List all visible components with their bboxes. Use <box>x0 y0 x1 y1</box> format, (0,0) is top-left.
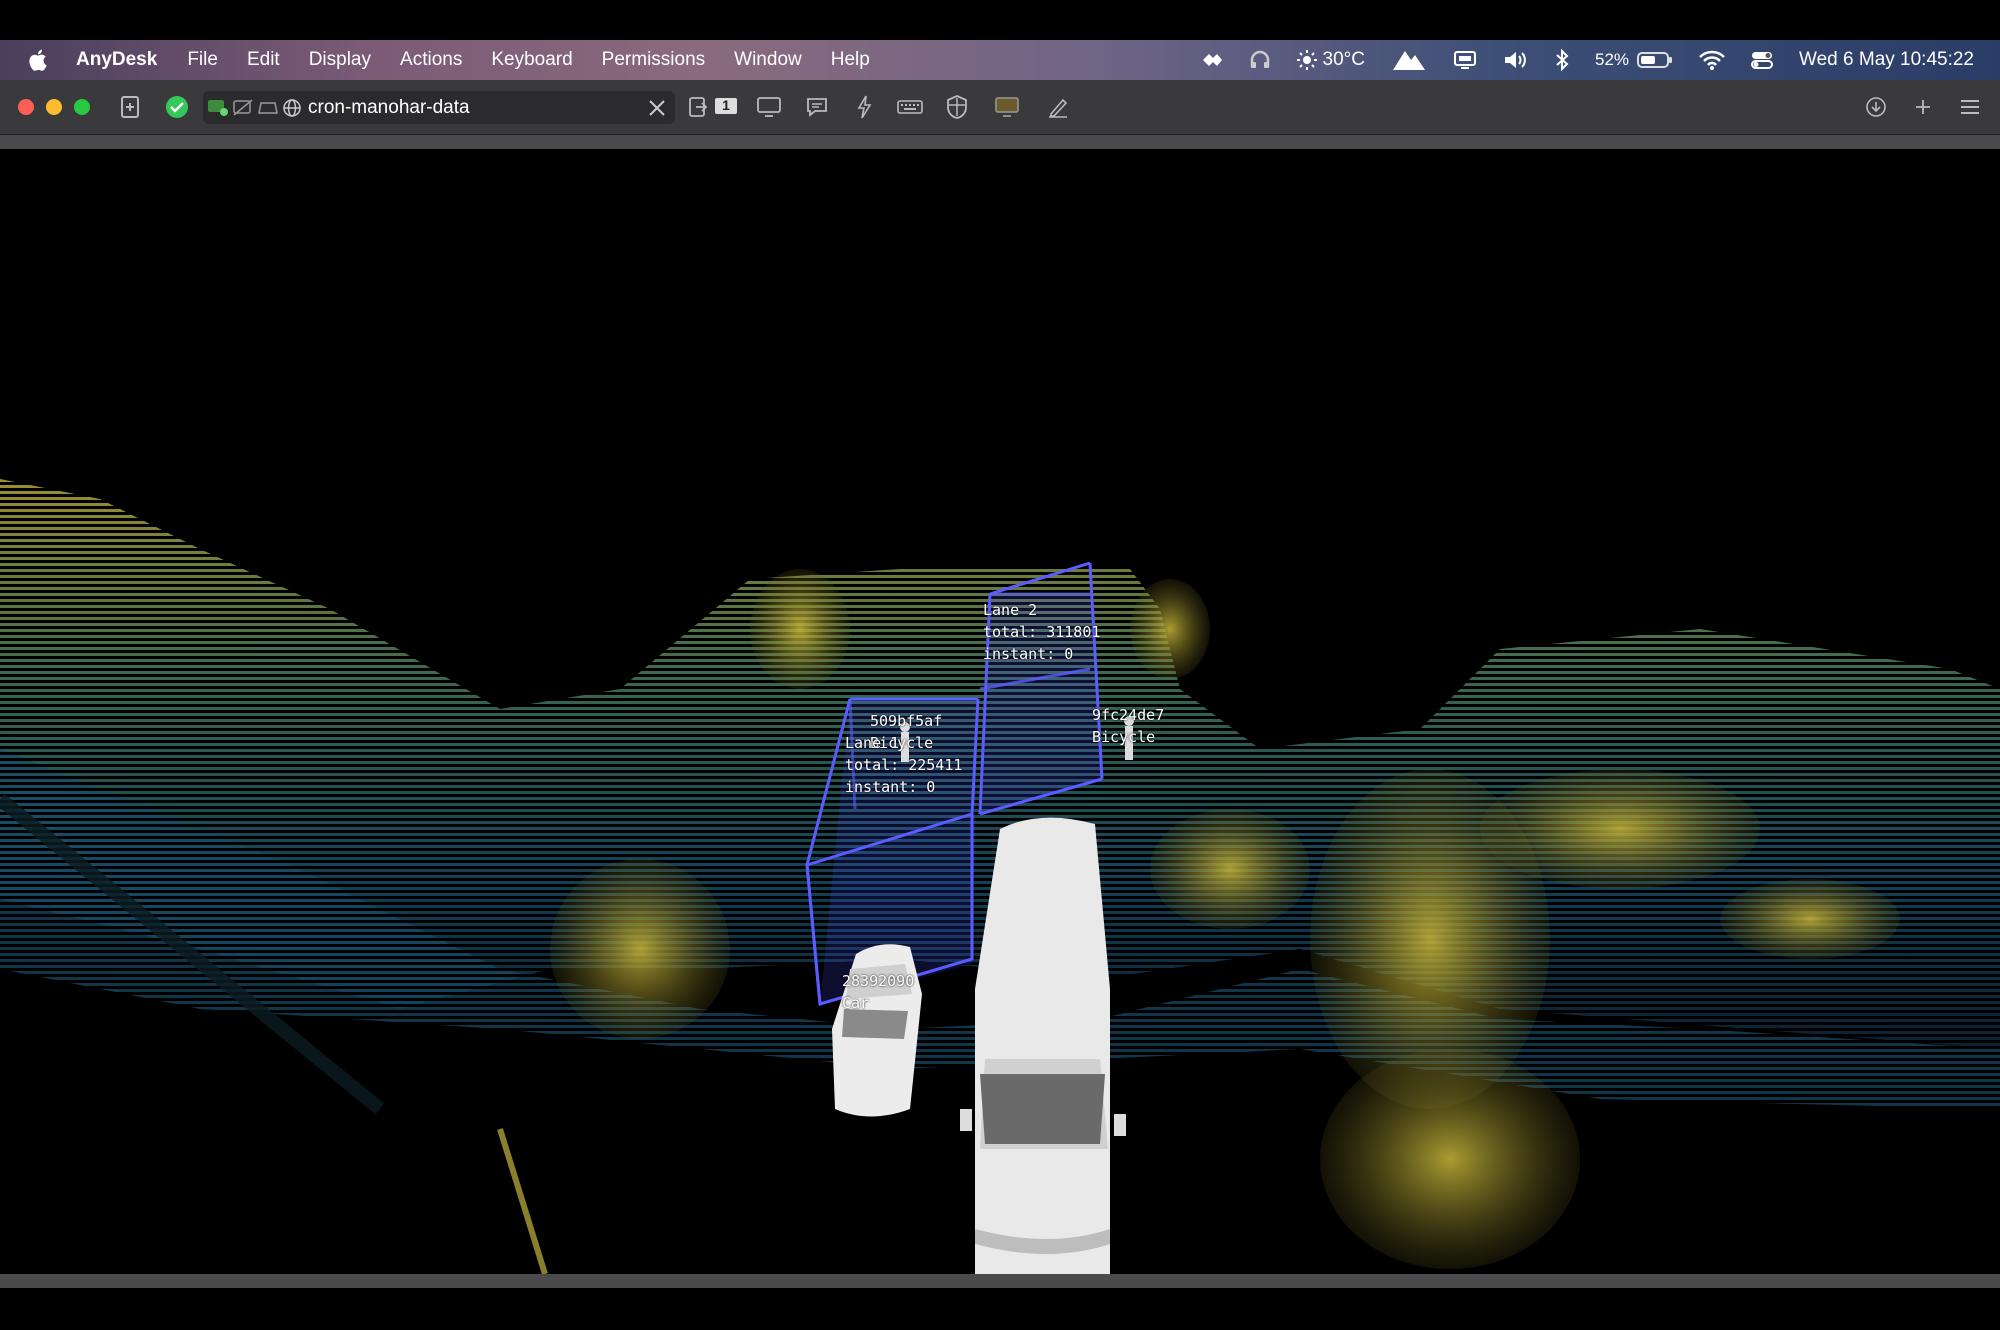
anydesk-status-icon[interactable] <box>1197 50 1223 70</box>
lightning-icon[interactable] <box>850 93 878 121</box>
wifi-icon[interactable] <box>1699 50 1725 70</box>
privacy-screen-icon[interactable] <box>993 93 1021 121</box>
keyboard-icon[interactable] <box>896 93 924 121</box>
display-icon[interactable] <box>1453 50 1477 70</box>
plus-icon[interactable] <box>1909 93 1937 121</box>
headphones-icon[interactable] <box>1249 49 1271 71</box>
chat-icon[interactable] <box>803 93 831 121</box>
session-address-tab[interactable]: cron-manohar-data <box>203 91 675 124</box>
menu-bar-clock[interactable]: Wed 6 May 10:45:22 <box>1799 49 1974 71</box>
menu-window[interactable]: Window <box>734 49 802 71</box>
sun-icon <box>1296 50 1317 70</box>
lane-2-instant: instant: 0 <box>983 645 1074 663</box>
display-select-button[interactable]: 1 <box>712 93 740 121</box>
monitor-icon[interactable] <box>755 93 783 121</box>
lane-1-label: Lane 1 total: 225411 instant: 0 <box>845 732 962 798</box>
menu-help[interactable]: Help <box>831 49 870 71</box>
remote-device-icon <box>258 102 278 114</box>
object-id: 9fc24de7 <box>1092 706 1165 724</box>
battery-percent: 52% <box>1594 50 1630 69</box>
bluetooth-icon[interactable] <box>1555 49 1569 71</box>
object-label-4ef83012: 4ef83012 Truck <box>1008 935 1080 979</box>
lane-1-instant: instant: 0 <box>845 778 936 796</box>
globe-icon <box>283 99 301 117</box>
lane-2-label: Lane 2 total: 311801 instant: 0 <box>983 599 1100 665</box>
apple-icon[interactable] <box>28 48 50 72</box>
window-maximize-button[interactable] <box>74 99 90 115</box>
permissions-shield-icon[interactable] <box>943 93 971 121</box>
weather-widget[interactable]: 30°C <box>1296 49 1365 71</box>
volume-icon[interactable] <box>1503 50 1529 70</box>
window-minimize-button[interactable] <box>46 99 62 115</box>
session-address-text: cron-manohar-data <box>308 97 470 118</box>
lane-1-total: total: 225411 <box>845 756 963 774</box>
object-label-9fc24de7: 9fc24de7 Bicycle <box>1092 704 1164 748</box>
menu-edit[interactable]: Edit <box>247 49 280 71</box>
menu-file[interactable]: File <box>187 49 218 71</box>
app-menu-anydesk[interactable]: AnyDesk <box>76 49 157 71</box>
file-transfer-icon[interactable] <box>116 93 144 121</box>
window-close-button[interactable] <box>18 99 34 115</box>
lane-2-total: total: 311801 <box>983 623 1101 641</box>
object-id: 4ef83012 <box>1008 937 1081 955</box>
object-id: 509bf5af <box>870 712 943 730</box>
control-center-icon[interactable] <box>1751 50 1774 70</box>
object-class: Truck <box>1008 959 1054 977</box>
connected-check-icon <box>163 93 191 121</box>
menu-keyboard[interactable]: Keyboard <box>491 49 572 71</box>
remote-desktop-viewport[interactable]: Lane 2 total: 311801 instant: 0 509bf5af Bi… <box>0 149 2000 1274</box>
input-disabled-icon <box>233 99 253 116</box>
viewport-bottom-border <box>0 1274 2000 1288</box>
window-toolbar: cron-manohar-data 1 <box>0 80 2000 135</box>
menu-permissions[interactable]: Permissions <box>602 49 705 71</box>
whiteboard-pen-icon[interactable] <box>1044 93 1072 121</box>
menu-icon[interactable] <box>1956 93 1984 121</box>
menu-display[interactable]: Display <box>309 49 371 71</box>
display-number: 1 <box>722 97 730 113</box>
viewport-top-border <box>0 135 2000 149</box>
object-class: Bicycle <box>1092 728 1156 746</box>
pole <box>497 1128 548 1274</box>
lane-2-name: Lane 2 <box>983 601 1038 619</box>
battery-widget[interactable]: 52% <box>1595 50 1673 70</box>
weather-temperature: 30°C <box>1322 49 1365 70</box>
menu-actions[interactable]: Actions <box>400 49 462 71</box>
export-icon[interactable] <box>684 93 712 121</box>
lane-1-name: Lane 1 <box>845 734 900 752</box>
mountain-icon[interactable] <box>1391 48 1427 72</box>
object-label-28392090: 28392090 Car <box>842 970 914 1014</box>
object-id: 28392090 <box>842 972 915 990</box>
menu-bar-status-area: 30°C 52% Wed 6 May 10:45:22 <box>1197 40 2000 80</box>
lidar-scene <box>0 479 2000 1274</box>
permissions-status-icon <box>208 100 228 116</box>
menu-bar: AnyDesk File Edit Display Actions Keyboa… <box>0 40 2000 80</box>
download-icon[interactable] <box>1862 93 1890 121</box>
battery-icon <box>1637 52 1673 68</box>
close-session-icon[interactable] <box>645 96 669 120</box>
object-class: Car <box>842 994 870 1012</box>
